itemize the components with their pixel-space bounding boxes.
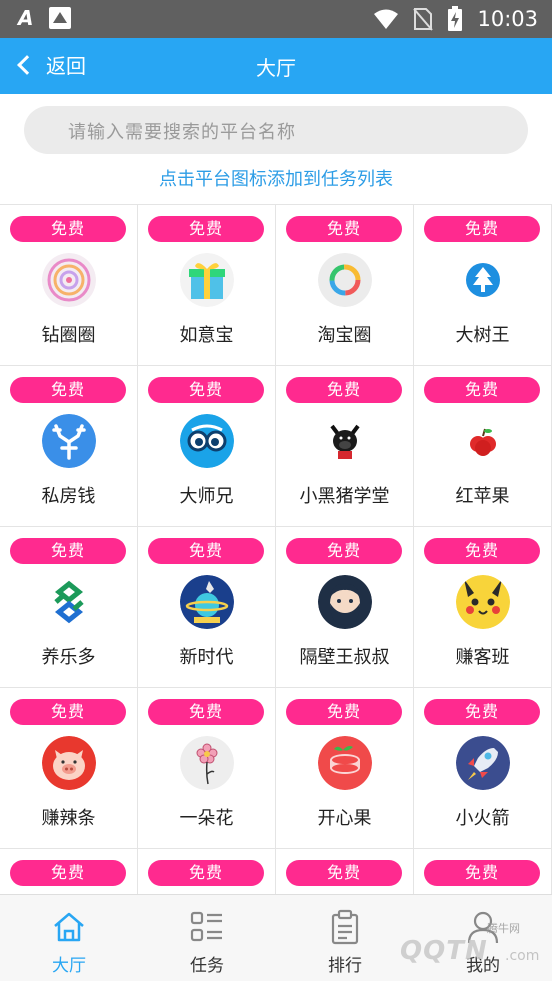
free-badge: 免费 (10, 699, 126, 725)
hint-text: 点击平台图标添加到任务列表 (159, 169, 393, 190)
tab-hall[interactable]: 大厅 (0, 895, 138, 981)
battery-icon (448, 6, 463, 31)
platform-name: 养乐多 (41, 647, 96, 668)
platform-card[interactable]: 免费 (138, 849, 276, 894)
platform-name: 淘宝圈 (317, 325, 372, 346)
free-badge: 免费 (424, 377, 540, 403)
free-badge: 免费 (286, 216, 402, 242)
free-badge: 免费 (286, 860, 402, 886)
rocket-icon[interactable] (456, 736, 510, 790)
platform-card[interactable]: 免费 赚辣条 (0, 688, 138, 849)
free-badge: 免费 (286, 538, 402, 564)
platform-card[interactable]: 免费 钻圈圈 (0, 205, 138, 366)
platform-name: 隔壁王叔叔 (299, 647, 390, 668)
free-badge: 免费 (148, 538, 264, 564)
platform-name: 大树王 (455, 325, 510, 346)
platform-name: 一朵花 (179, 808, 234, 829)
platform-card[interactable]: 免费 红苹果 (414, 366, 552, 527)
free-badge: 免费 (10, 377, 126, 403)
free-badge: 免费 (148, 216, 264, 242)
status-bar: A 10:03 (0, 0, 552, 38)
free-badge: 免费 (286, 377, 402, 403)
platform-name: 小火箭 (455, 808, 510, 829)
glasses-icon[interactable] (180, 414, 234, 468)
page-title: 大厅 (256, 56, 296, 80)
bearded-man-icon[interactable] (318, 575, 372, 629)
platform-card[interactable]: 免费 大师兄 (138, 366, 276, 527)
image-notification-icon (49, 7, 72, 29)
platform-name: 小黑猪学堂 (299, 486, 390, 507)
black-pig-icon[interactable] (318, 414, 372, 468)
free-badge: 免费 (424, 699, 540, 725)
tree-icon[interactable] (456, 253, 510, 307)
platform-card[interactable]: 免费 (276, 849, 414, 894)
watermark: 腾牛网 QQTN .com (345, 916, 545, 976)
planet-rocket-icon[interactable] (180, 575, 234, 629)
tab-label: 任务 (190, 956, 224, 976)
pig-face-icon[interactable] (42, 736, 96, 790)
platform-card[interactable]: 免费 私房钱 (0, 366, 138, 527)
platform-card[interactable]: 免费 (0, 849, 138, 894)
platform-card[interactable]: 免费 如意宝 (138, 205, 276, 366)
platform-name: 私房钱 (41, 486, 96, 507)
platform-name: 开心果 (317, 808, 372, 829)
platform-card[interactable]: 免费 大树王 (414, 205, 552, 366)
free-badge: 免费 (424, 860, 540, 886)
flower-icon[interactable] (180, 736, 234, 790)
watermark-site-name: 腾牛网 (487, 922, 520, 935)
task-list-icon (190, 911, 222, 942)
platform-grid: 免费 钻圈圈 免费 如意宝 免费 淘宝圈 免费 大树王 免费 私房钱 免费 大师… (0, 204, 552, 894)
free-badge: 免费 (424, 216, 540, 242)
deer-icon[interactable] (42, 414, 96, 468)
platform-card[interactable]: 免费 新时代 (138, 527, 276, 688)
apple-icon[interactable] (456, 414, 510, 468)
watermark-logo-text: QQTN (400, 936, 488, 966)
clock: 10:03 (477, 7, 538, 31)
platform-card[interactable]: 免费 淘宝圈 (276, 205, 414, 366)
platform-name: 赚客班 (455, 647, 510, 668)
spiral-icon[interactable] (42, 253, 96, 307)
wifi-icon (374, 9, 399, 29)
platform-name: 钻圈圈 (41, 325, 96, 346)
platform-card[interactable]: 免费 小黑猪学堂 (276, 366, 414, 527)
free-badge: 免费 (10, 216, 126, 242)
platform-name: 新时代 (179, 647, 234, 668)
free-badge: 免费 (286, 699, 402, 725)
search-input[interactable]: 请输入需要搜索的平台名称 (24, 106, 528, 154)
free-badge: 免费 (10, 860, 126, 886)
macaron-icon[interactable] (318, 736, 372, 790)
color-ring-icon[interactable] (318, 253, 372, 307)
platform-card[interactable]: 免费 开心果 (276, 688, 414, 849)
search-placeholder: 请输入需要搜索的平台名称 (68, 122, 296, 143)
platform-card[interactable]: 免费 隔壁王叔叔 (276, 527, 414, 688)
free-badge: 免费 (148, 860, 264, 886)
tab-label: 大厅 (52, 956, 86, 976)
free-badge: 免费 (424, 538, 540, 564)
app-header: 返回 大厅 (0, 38, 552, 94)
platform-name: 大师兄 (179, 486, 234, 507)
free-badge: 免费 (10, 538, 126, 564)
free-badge: 免费 (148, 699, 264, 725)
platform-name: 红苹果 (455, 486, 510, 507)
platform-name: 如意宝 (179, 325, 234, 346)
platform-card[interactable]: 免费 (414, 849, 552, 894)
free-badge: 免费 (148, 377, 264, 403)
home-icon (54, 912, 84, 942)
platform-card[interactable]: 免费 赚客班 (414, 527, 552, 688)
tab-tasks[interactable]: 任务 (138, 895, 276, 981)
font-notification-icon: A (18, 6, 34, 30)
gift-box-icon[interactable] (180, 253, 234, 307)
pikachu-icon[interactable] (456, 575, 510, 629)
platform-card[interactable]: 免费 一朵花 (138, 688, 276, 849)
knot-logo-icon[interactable] (42, 575, 96, 629)
platform-name: 赚辣条 (41, 808, 96, 829)
no-sim-icon (413, 8, 434, 31)
platform-card[interactable]: 免费 养乐多 (0, 527, 138, 688)
platform-card[interactable]: 免费 小火箭 (414, 688, 552, 849)
watermark-suffix: .com (505, 948, 540, 964)
